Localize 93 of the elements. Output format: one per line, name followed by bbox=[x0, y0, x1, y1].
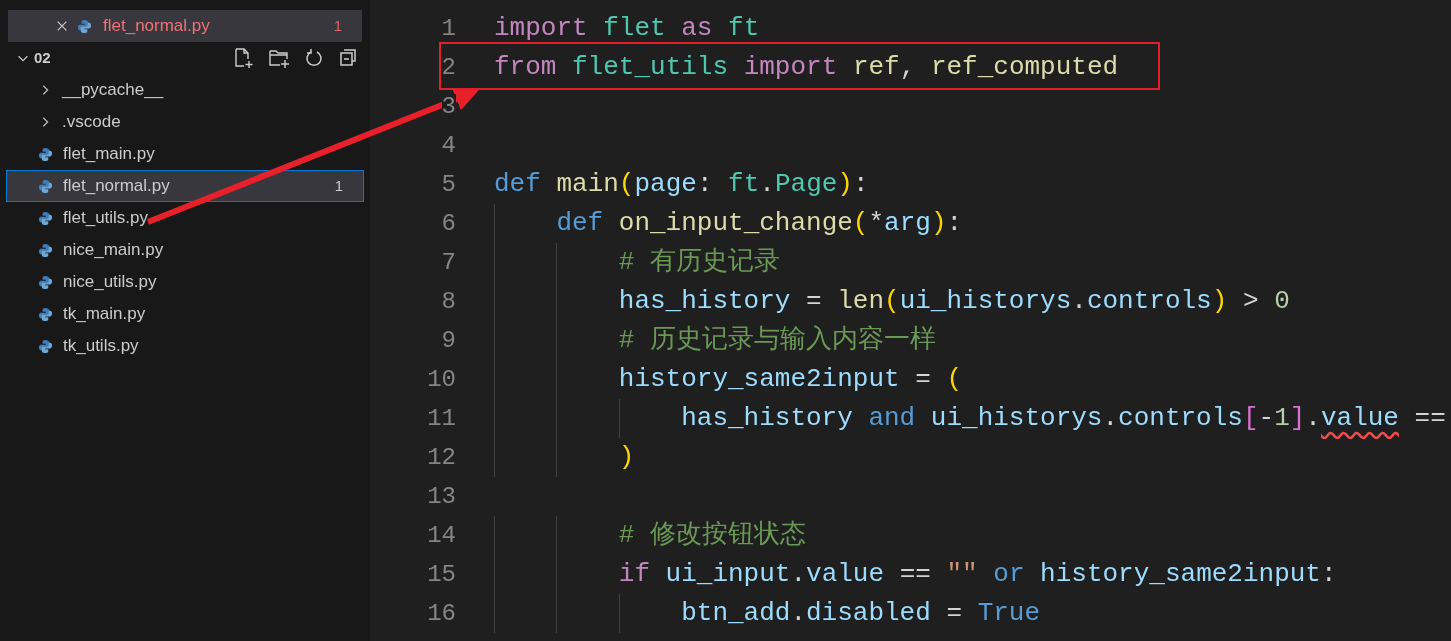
file-name: tk_main.py bbox=[63, 303, 147, 326]
file-name: flet_main.py bbox=[63, 143, 156, 166]
file-name: tk_utils.py bbox=[63, 335, 140, 358]
code-token: : bbox=[946, 207, 963, 240]
code-token: : bbox=[1320, 558, 1337, 591]
file-name: flet_normal.py bbox=[103, 15, 211, 38]
code-token: ft bbox=[728, 168, 760, 201]
code-token: arg bbox=[884, 207, 931, 240]
code-token: == bbox=[898, 558, 932, 591]
code-token: as bbox=[681, 12, 714, 45]
problem-count: 1 bbox=[333, 15, 342, 36]
code-token: . bbox=[1102, 402, 1119, 435]
code-token: = bbox=[806, 285, 823, 318]
code-token: disabled bbox=[806, 597, 931, 630]
code-token: def bbox=[494, 168, 542, 201]
code-token: page bbox=[634, 168, 697, 201]
code-token: # 有历史记录 bbox=[618, 246, 780, 279]
tree-item[interactable]: flet_main.py bbox=[6, 138, 364, 170]
code-token: btn_add bbox=[681, 597, 791, 630]
file-name: nice_utils.py bbox=[63, 271, 158, 294]
code-token: = bbox=[915, 363, 932, 396]
code-token: from bbox=[494, 51, 558, 84]
code-token: on_input_change bbox=[618, 207, 853, 240]
code-token: = bbox=[945, 597, 964, 630]
code-token: ) bbox=[618, 441, 635, 474]
tree-item[interactable]: .vscode bbox=[6, 106, 364, 138]
code-token: ft bbox=[728, 12, 760, 45]
code-token: 1 bbox=[1274, 402, 1290, 435]
code-token: ) bbox=[1211, 285, 1228, 318]
code-token: ref_computed bbox=[930, 51, 1119, 84]
code-token: main bbox=[556, 168, 619, 201]
code-token: and bbox=[868, 402, 917, 435]
code-token: ui_input bbox=[665, 558, 791, 591]
code-token: > bbox=[1241, 285, 1260, 318]
code-token: ui_historys bbox=[930, 402, 1103, 435]
code-token: import bbox=[494, 12, 589, 45]
code-token: [ bbox=[1242, 402, 1259, 435]
code-token: ui_historys bbox=[899, 285, 1072, 318]
code-token: controls bbox=[1118, 402, 1243, 435]
code-token: . bbox=[759, 168, 775, 201]
code-token: ( bbox=[852, 207, 869, 240]
tree-item[interactable]: flet_utils.py bbox=[6, 202, 364, 234]
code-token: has_history bbox=[618, 285, 792, 318]
code-token: ref bbox=[852, 51, 900, 84]
tree-item[interactable]: flet_normal.py 1 bbox=[6, 170, 364, 202]
problem-count: 1 bbox=[334, 175, 343, 196]
code-token: - bbox=[1258, 402, 1275, 435]
code-token: len bbox=[837, 285, 885, 318]
code-token: value bbox=[806, 558, 885, 591]
code-token: value bbox=[1320, 402, 1399, 435]
code-token: True bbox=[977, 597, 1041, 630]
code-token: has_history bbox=[681, 402, 854, 435]
tree-item[interactable]: nice_utils.py bbox=[6, 266, 364, 298]
code-token: history_same2input bbox=[618, 363, 901, 396]
code-token: , bbox=[899, 51, 917, 84]
code-token: . bbox=[1305, 402, 1321, 435]
tree-item[interactable]: tk_utils.py bbox=[6, 330, 364, 362]
code-token: == bbox=[1413, 402, 1446, 435]
code-token: import bbox=[743, 51, 839, 84]
file-name: flet_normal.py bbox=[63, 175, 171, 198]
code-token: . bbox=[790, 597, 806, 630]
code-token: or bbox=[992, 558, 1026, 591]
code-token: if bbox=[618, 558, 651, 591]
folder-name[interactable]: 02 bbox=[34, 46, 228, 70]
code-token: . bbox=[790, 558, 807, 591]
code-token: controls bbox=[1086, 285, 1212, 318]
file-name: .vscode bbox=[62, 111, 122, 134]
file-name: __pycache__ bbox=[62, 79, 165, 102]
code-token: flet bbox=[603, 12, 667, 45]
code-token: Page bbox=[774, 168, 838, 201]
tree-item[interactable]: __pycache__ bbox=[6, 74, 364, 106]
code-token: ( bbox=[884, 285, 900, 318]
code-token: history_same2input bbox=[1040, 558, 1321, 591]
tree-item[interactable]: tk_main.py bbox=[6, 298, 364, 330]
code-token: def bbox=[556, 207, 605, 240]
file-name: flet_utils.py bbox=[63, 207, 150, 230]
tree-item[interactable]: nice_main.py bbox=[6, 234, 364, 266]
code-token: ] bbox=[1289, 402, 1306, 435]
code-token: ( bbox=[946, 363, 963, 396]
code-token: . bbox=[1071, 285, 1087, 318]
code-token: ( bbox=[618, 168, 635, 201]
code-token: "" bbox=[946, 558, 978, 591]
code-token: 0 bbox=[1274, 285, 1290, 318]
code-token: : bbox=[696, 168, 714, 201]
file-name: nice_main.py bbox=[63, 239, 165, 262]
code-token: flet_utils bbox=[572, 51, 730, 84]
code-token: : bbox=[852, 168, 869, 201]
code-token: ) bbox=[837, 168, 853, 201]
code-token: # 修改按钮状态 bbox=[618, 519, 806, 552]
code-token: ) bbox=[930, 207, 947, 240]
code-token: * bbox=[868, 207, 885, 240]
code-token: # 历史记录与输入内容一样 bbox=[618, 324, 936, 357]
open-editor-item[interactable]: flet_normal.py 1 bbox=[8, 10, 362, 42]
